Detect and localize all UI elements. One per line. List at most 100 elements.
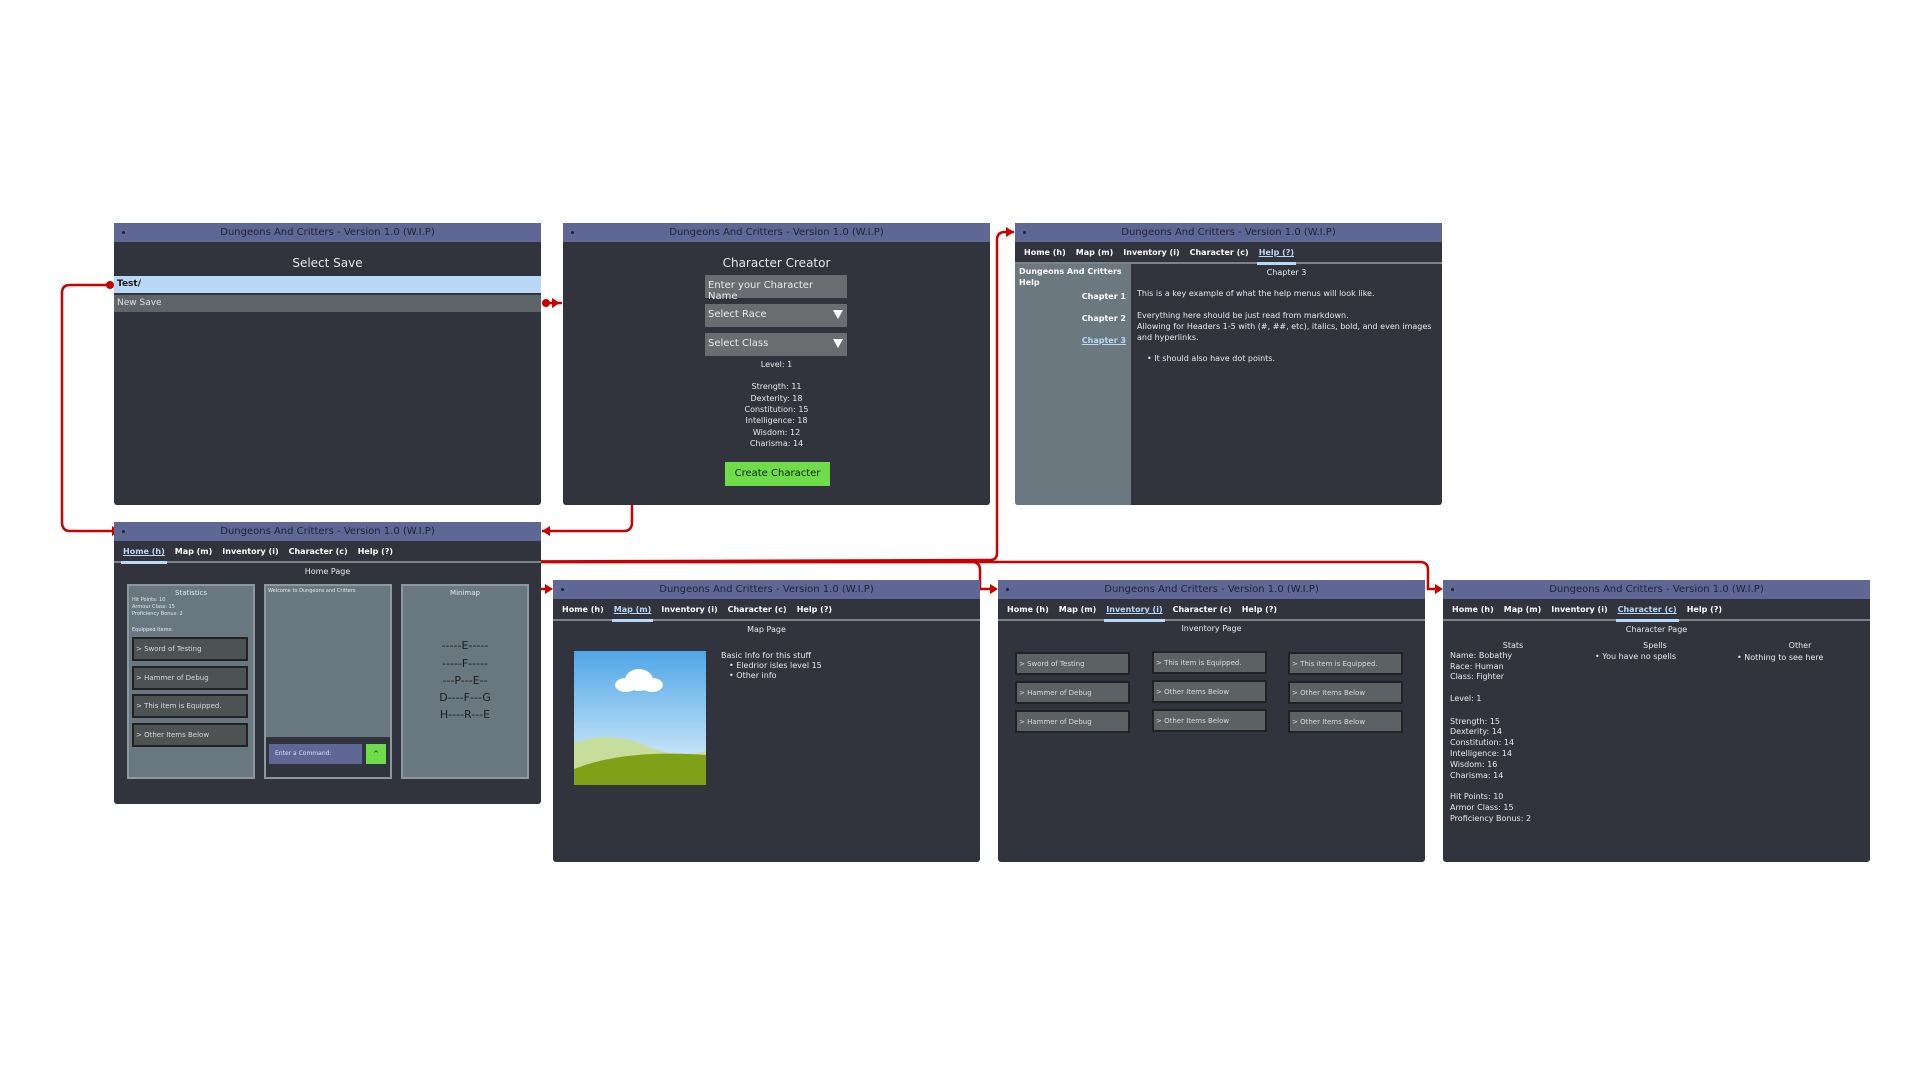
tab-inventory[interactable]: Inventory (i) xyxy=(1118,242,1184,262)
window-menu-icon[interactable] xyxy=(1006,580,1010,599)
tab-inventory[interactable]: Inventory (i) xyxy=(1546,599,1612,619)
help-sidebar: Dungeons And Critters Help Chapter 1 Cha… xyxy=(1015,264,1131,505)
save-item-test[interactable]: Test/ xyxy=(114,276,541,293)
character-name-input[interactable]: Enter your Character Name xyxy=(705,275,847,302)
inventory-item[interactable]: > Other Items Below xyxy=(1152,680,1267,703)
inventory-item[interactable]: > This item is Equipped. xyxy=(1288,652,1403,675)
map-info-bullet: • Eledrior isles level 15 xyxy=(729,661,822,670)
other-bullet: • Nothing to see here xyxy=(1737,653,1824,662)
window-menu-icon[interactable] xyxy=(122,223,126,242)
character-combat: Proficiency Bonus: 2 xyxy=(1450,814,1532,823)
command-input[interactable]: Enter a Command: xyxy=(269,744,362,764)
select-save-window: Dungeons And Critters - Version 1.0 (W.I… xyxy=(114,223,541,505)
help-heading: Chapter 3 xyxy=(1266,268,1307,277)
select-save-heading: Select Save xyxy=(292,256,363,270)
stat-line: Armour Class: 15 xyxy=(132,604,175,610)
inventory-window: Dungeons And Critters - Version 1.0 (W.I… xyxy=(998,580,1425,862)
window-menu-icon[interactable] xyxy=(561,580,565,599)
help-text: and hyperlinks. xyxy=(1137,333,1199,342)
tab-help[interactable]: Help (?) xyxy=(1237,599,1282,619)
tab-home[interactable]: Home (h) xyxy=(1447,599,1499,619)
class-select[interactable]: Select Class xyxy=(705,333,847,356)
tab-home[interactable]: Home (h) xyxy=(1019,242,1071,262)
nav-bar: Home (h) Map (m) Inventory (i) Character… xyxy=(114,541,541,564)
equipped-item[interactable]: > Sword of Testing xyxy=(132,637,248,661)
tab-help[interactable]: Help (?) xyxy=(792,599,837,619)
tab-help[interactable]: Help (?) xyxy=(353,541,398,561)
character-heading: Character Page xyxy=(1625,625,1688,634)
title-bar: Dungeons And Critters - Version 1.0 (W.I… xyxy=(1015,223,1442,242)
tab-character[interactable]: Character (c) xyxy=(1168,599,1237,619)
tab-home[interactable]: Home (h) xyxy=(118,541,170,564)
chapter-link-1[interactable]: Chapter 1 xyxy=(1082,292,1126,301)
help-sidebar-title: Help xyxy=(1019,278,1040,287)
tab-map[interactable]: Map (m) xyxy=(170,541,218,561)
equipped-item[interactable]: > Other Items Below xyxy=(132,723,248,747)
character-info: Race: Human xyxy=(1450,662,1504,671)
title-bar: Dungeons And Critters - Version 1.0 (W.I… xyxy=(114,223,541,242)
map-info-bullet: • Other info xyxy=(729,671,777,680)
tab-character[interactable]: Character (c) xyxy=(1185,242,1254,262)
create-character-button[interactable]: Create Character xyxy=(725,462,830,486)
creator-level: Level: 1 xyxy=(760,360,793,369)
map-info-bullet-text: Eledrior isles level 15 xyxy=(736,661,822,670)
inventory-item[interactable]: > This item is Equipped. xyxy=(1152,651,1267,674)
log-text: Welcome to Dungeons and Critters xyxy=(268,588,356,594)
send-command-button[interactable]: ^ xyxy=(366,744,386,764)
tab-character[interactable]: Character (c) xyxy=(1613,599,1682,622)
tab-home[interactable]: Home (h) xyxy=(557,599,609,619)
race-select[interactable]: Select Race xyxy=(705,304,847,327)
inventory-heading: Inventory Page xyxy=(1181,624,1242,633)
window-menu-icon[interactable] xyxy=(1023,223,1027,242)
tab-map[interactable]: Map (m) xyxy=(1499,599,1547,619)
equipped-item[interactable]: > Hammer of Debug xyxy=(132,666,248,690)
nav-bar: Home (h) Map (m) Inventory (i) Character… xyxy=(1443,599,1870,622)
inventory-item[interactable]: > Other Items Below xyxy=(1288,681,1403,704)
tab-inventory[interactable]: Inventory (i) xyxy=(656,599,722,619)
minimap-title: Minimap xyxy=(450,589,480,597)
tab-map[interactable]: Map (m) xyxy=(609,599,657,622)
window-title: Dungeons And Critters - Version 1.0 (W.I… xyxy=(1121,227,1336,238)
window-menu-icon[interactable] xyxy=(122,522,126,541)
minimap-row: -----E----- xyxy=(441,639,489,652)
tab-help[interactable]: Help (?) xyxy=(1254,242,1299,265)
window-menu-icon[interactable] xyxy=(571,223,575,242)
tab-map[interactable]: Map (m) xyxy=(1054,599,1102,619)
creator-stat: Wisdom: 12 xyxy=(752,428,801,437)
chapter-link-2[interactable]: Chapter 2 xyxy=(1082,314,1126,323)
inventory-item[interactable]: > Hammer of Debug xyxy=(1015,710,1130,733)
tab-inventory[interactable]: Inventory (i) xyxy=(217,541,283,561)
inventory-item[interactable]: > Sword of Testing xyxy=(1015,652,1130,675)
home-heading: Home Page xyxy=(304,567,351,576)
help-window: Dungeons And Critters - Version 1.0 (W.I… xyxy=(1015,223,1442,505)
race-select-label: Select Race xyxy=(708,309,767,320)
tab-home[interactable]: Home (h) xyxy=(1002,599,1054,619)
inventory-item[interactable]: > Other Items Below xyxy=(1152,709,1267,732)
window-menu-icon[interactable] xyxy=(1451,580,1455,599)
stat-line: Hit Points: 10 xyxy=(132,597,166,603)
spells-bullet-text: You have no spells xyxy=(1602,652,1677,661)
character-info: Class: Fighter xyxy=(1450,672,1505,681)
tab-help[interactable]: Help (?) xyxy=(1682,599,1727,619)
creator-stat: Dexterity: 18 xyxy=(750,394,803,403)
nav-bar: Home (h) Map (m) Inventory (i) Character… xyxy=(1015,242,1442,265)
nav-bar: Home (h) Map (m) Inventory (i) Character… xyxy=(998,599,1425,622)
minimap-row: D----F---G xyxy=(439,691,491,704)
save-item-new[interactable]: New Save xyxy=(114,295,541,312)
title-bar: Dungeons And Critters - Version 1.0 (W.I… xyxy=(1443,580,1870,599)
minimap-row: ---P---E-- xyxy=(442,674,488,687)
log-panel: Welcome to Dungeons and Critters Enter a… xyxy=(264,584,392,779)
equipped-item[interactable]: > This item is Equipped. xyxy=(132,694,248,718)
tab-inventory[interactable]: Inventory (i) xyxy=(1101,599,1167,622)
tab-character[interactable]: Character (c) xyxy=(723,599,792,619)
title-bar: Dungeons And Critters - Version 1.0 (W.I… xyxy=(114,522,541,541)
character-stat: Wisdom: 16 xyxy=(1450,760,1498,769)
help-sidebar-title: Dungeons And Critters xyxy=(1019,267,1122,276)
inventory-item[interactable]: > Other Items Below xyxy=(1288,710,1403,733)
tab-character[interactable]: Character (c) xyxy=(284,541,353,561)
spells-column-title: Spells xyxy=(1643,641,1667,650)
chapter-link-3[interactable]: Chapter 3 xyxy=(1082,336,1126,345)
window-title: Dungeons And Critters - Version 1.0 (W.I… xyxy=(1549,584,1764,595)
tab-map[interactable]: Map (m) xyxy=(1071,242,1119,262)
inventory-item[interactable]: > Hammer of Debug xyxy=(1015,681,1130,704)
